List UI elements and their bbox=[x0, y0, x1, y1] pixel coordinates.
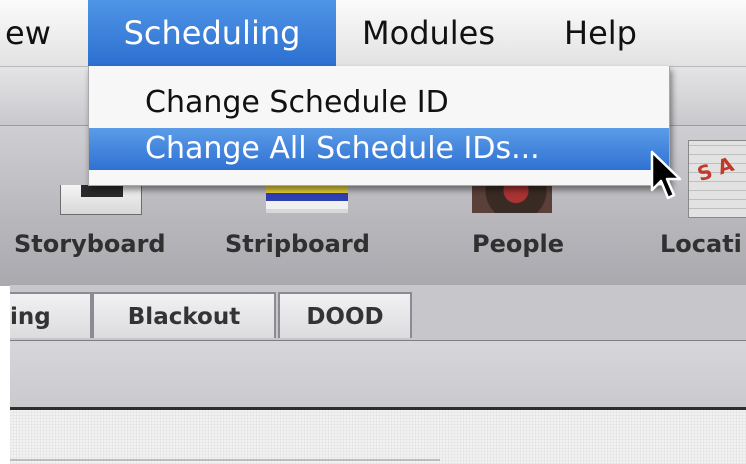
people-label: People bbox=[472, 230, 565, 258]
storyboard-label: Storyboard bbox=[14, 230, 166, 258]
tab-dood[interactable]: DOOD bbox=[278, 292, 412, 338]
content-divider bbox=[10, 459, 440, 461]
menu-view[interactable]: ew bbox=[5, 0, 51, 66]
stripboard-label: Stripboard bbox=[225, 230, 370, 258]
tab-panel bbox=[10, 341, 746, 410]
menu-item-change-all-schedule-ids[interactable]: Change All Schedule IDs... bbox=[89, 128, 669, 170]
people-icon[interactable] bbox=[472, 185, 552, 213]
mouse-pointer-icon bbox=[650, 150, 682, 200]
locations-label: Locati bbox=[660, 230, 742, 258]
tab-ing[interactable]: ing bbox=[10, 292, 92, 338]
menu-modules[interactable]: Modules bbox=[362, 0, 495, 66]
content-area bbox=[10, 410, 746, 464]
storyboard-icon[interactable] bbox=[60, 185, 142, 215]
stripboard-icon[interactable] bbox=[266, 185, 348, 213]
menu-bar: ew Scheduling Modules Help bbox=[0, 0, 746, 67]
menu-help[interactable]: Help bbox=[564, 0, 637, 66]
tab-blackout[interactable]: Blackout bbox=[92, 292, 276, 338]
locations-icon[interactable]: S A bbox=[688, 140, 746, 218]
menu-scheduling[interactable]: Scheduling bbox=[88, 0, 336, 66]
scheduling-dropdown-menu: Change Schedule ID Change All Schedule I… bbox=[88, 66, 670, 186]
menu-item-change-schedule-id[interactable]: Change Schedule ID bbox=[89, 82, 669, 124]
